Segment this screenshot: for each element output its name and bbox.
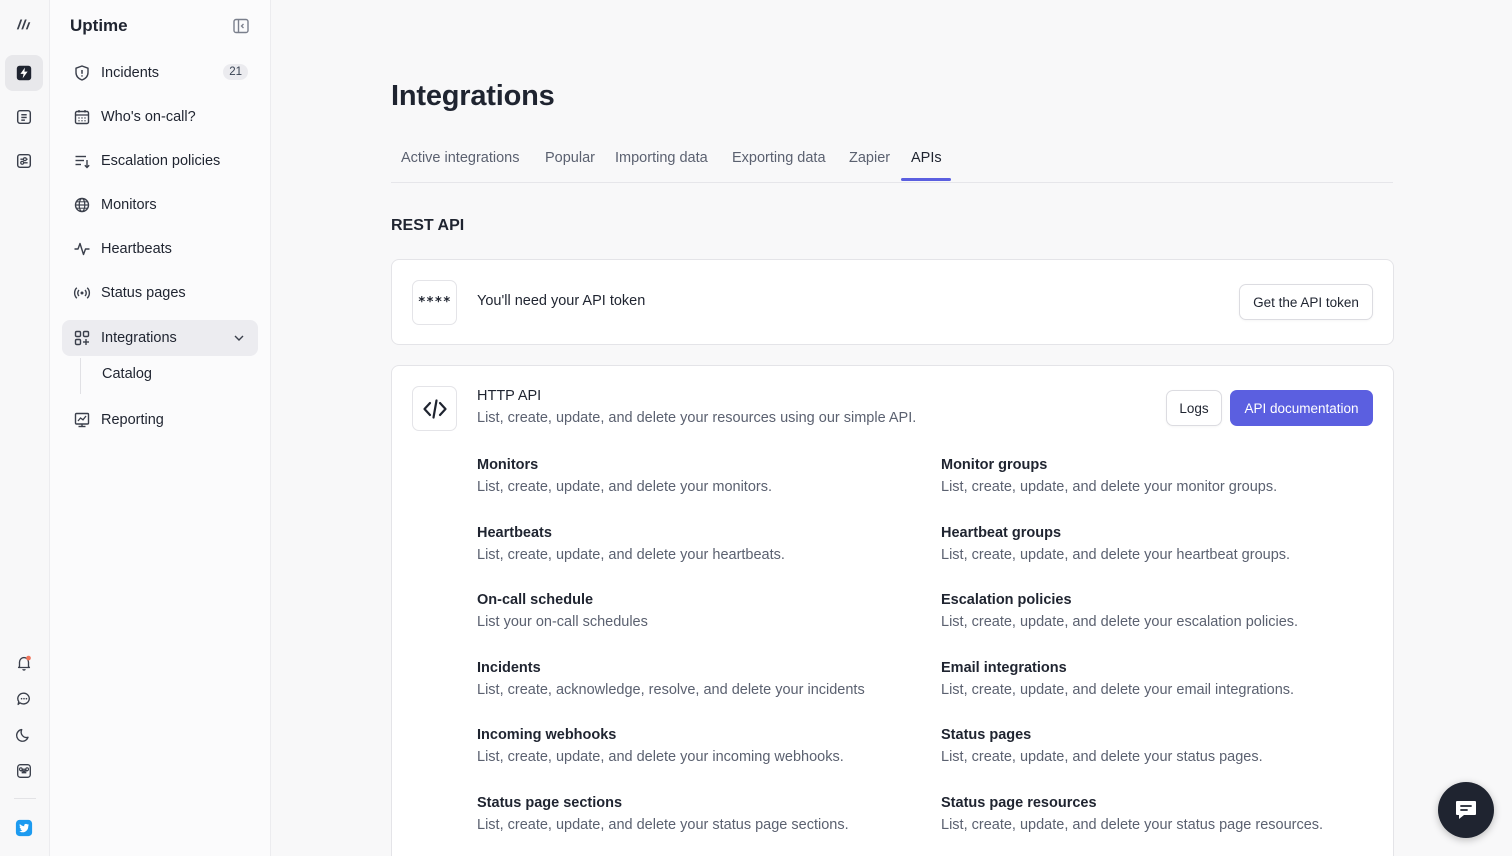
sidebar-item-label: Reporting bbox=[101, 412, 164, 428]
resource-item: Heartbeat groups List, create, update, a… bbox=[941, 525, 1291, 563]
sidebar-item-label: Monitors bbox=[101, 197, 157, 213]
sidebar-item-label: Status pages bbox=[101, 285, 186, 301]
sidebar-item-label: Who's on-call? bbox=[101, 109, 196, 125]
tab-active-integrations[interactable]: Active integrations bbox=[401, 150, 519, 166]
chat-icon[interactable] bbox=[5, 681, 43, 717]
tab-importing-data[interactable]: Importing data bbox=[615, 150, 708, 166]
app-title: Uptime bbox=[70, 16, 128, 35]
tab-popular[interactable]: Popular bbox=[545, 150, 595, 166]
resource-item: Status page sections List, create, updat… bbox=[477, 795, 849, 833]
chevron-down-icon bbox=[234, 335, 244, 341]
sliders-icon[interactable] bbox=[5, 143, 43, 179]
support-chat-button[interactable] bbox=[1438, 782, 1494, 838]
sidebar-item-incidents[interactable]: Incidents 21 bbox=[62, 55, 258, 91]
sidebar-item-monitors[interactable]: Monitors bbox=[62, 187, 258, 223]
globe-icon bbox=[72, 195, 92, 215]
resource-item: Heartbeats List, create, update, and del… bbox=[477, 525, 785, 563]
page-title: Integrations bbox=[391, 80, 555, 112]
section-title-rest-api: REST API bbox=[391, 217, 465, 234]
logs-button[interactable]: Logs bbox=[1166, 390, 1222, 426]
resource-item: Incidents List, create, acknowledge, res… bbox=[477, 660, 865, 698]
sidebar-item-label: Incidents bbox=[101, 65, 160, 81]
sidebar-item-label: Escalation policies bbox=[101, 153, 221, 169]
api-documentation-button[interactable]: API documentation bbox=[1230, 390, 1373, 426]
resource-item: On-call schedule List your on-call sched… bbox=[477, 592, 648, 630]
sidebar-collapse-icon[interactable] bbox=[232, 17, 250, 35]
api-token-icon: **** bbox=[412, 280, 457, 325]
tab-bar: Active integrations Popular Importing da… bbox=[391, 136, 1393, 183]
lightning-icon[interactable] bbox=[5, 55, 43, 91]
resource-item: Monitors List, create, update, and delet… bbox=[477, 457, 773, 495]
sidebar-item-label: Heartbeats bbox=[101, 241, 172, 257]
list-icon[interactable] bbox=[5, 99, 43, 135]
resource-item: Email integrations List, create, update,… bbox=[941, 660, 1295, 698]
http-api-title: HTTP API bbox=[477, 388, 542, 404]
api-token-card: **** You'll need your API token Get the … bbox=[391, 259, 1394, 345]
pulse-icon bbox=[72, 239, 92, 259]
http-api-description: List, create, update, and delete your re… bbox=[477, 410, 917, 426]
escalation-icon bbox=[72, 151, 92, 171]
resource-item: Escalation policies List, create, update… bbox=[941, 592, 1299, 630]
twitter-icon[interactable] bbox=[5, 810, 43, 846]
active-tab-indicator bbox=[901, 178, 951, 181]
tab-exporting-data[interactable]: Exporting data bbox=[732, 150, 826, 166]
sidebar-item-heartbeats[interactable]: Heartbeats bbox=[62, 231, 258, 267]
icon-rail bbox=[0, 0, 50, 856]
sidebar-item-reporting[interactable]: Reporting bbox=[62, 402, 258, 438]
incidents-count-badge: 21 bbox=[223, 64, 248, 80]
calendar-icon bbox=[72, 107, 92, 127]
rail-divider bbox=[14, 798, 36, 799]
submenu-line bbox=[80, 358, 81, 394]
resource-item: Status pages List, create, update, and d… bbox=[941, 727, 1263, 765]
apps-icon bbox=[72, 328, 92, 348]
sidebar-subitem-catalog[interactable]: Catalog bbox=[102, 366, 152, 382]
sidebar: Uptime Incidents 21 Who's on-call? Escal… bbox=[50, 0, 271, 856]
tab-zapier[interactable]: Zapier bbox=[849, 150, 890, 166]
sidebar-item-label: Integrations bbox=[101, 330, 177, 346]
tab-apis[interactable]: APIs bbox=[911, 150, 942, 166]
broadcast-icon bbox=[72, 283, 92, 303]
get-api-token-button[interactable]: Get the API token bbox=[1239, 284, 1373, 320]
bell-icon[interactable] bbox=[5, 645, 43, 681]
chart-icon bbox=[72, 410, 92, 430]
sidebar-item-escalation-policies[interactable]: Escalation policies bbox=[62, 143, 258, 179]
http-api-card: HTTP API List, create, update, and delet… bbox=[391, 365, 1394, 856]
chat-bubble-icon bbox=[1456, 801, 1476, 819]
api-token-text: You'll need your API token bbox=[477, 293, 646, 309]
shield-icon bbox=[72, 63, 92, 83]
resource-item: Status page resources List, create, upda… bbox=[941, 795, 1324, 833]
sidebar-item-integrations[interactable]: Integrations bbox=[62, 320, 258, 356]
moon-icon[interactable] bbox=[5, 717, 43, 753]
resource-item: Monitor groups List, create, update, and… bbox=[941, 457, 1278, 495]
command-icon[interactable] bbox=[5, 753, 43, 789]
main-content: Integrations Active integrations Popular… bbox=[271, 0, 1512, 856]
sidebar-item-status-pages[interactable]: Status pages bbox=[62, 275, 258, 311]
resource-item: Incoming webhooks List, create, update, … bbox=[477, 727, 844, 765]
code-icon bbox=[412, 386, 457, 431]
logo-icon[interactable] bbox=[5, 6, 43, 42]
sidebar-item-on-call[interactable]: Who's on-call? bbox=[62, 99, 258, 135]
